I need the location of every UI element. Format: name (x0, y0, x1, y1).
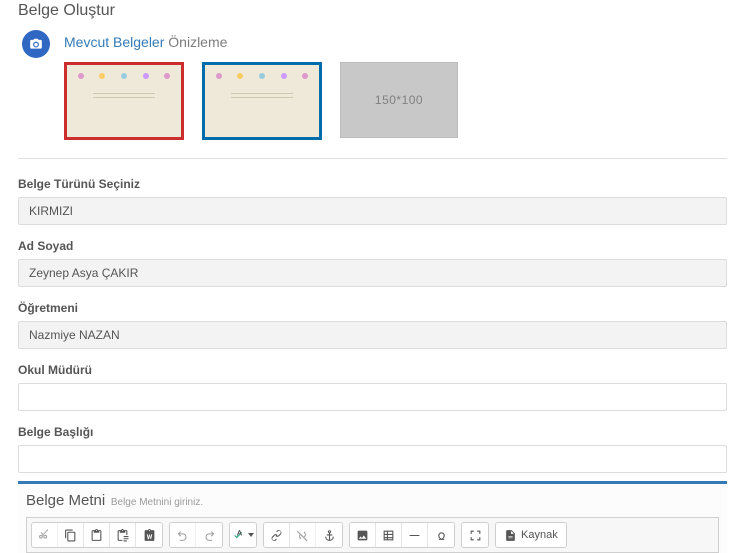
input-principal[interactable] (18, 383, 727, 411)
label-name: Ad Soyad (18, 239, 727, 253)
table-icon[interactable] (376, 523, 402, 547)
editor-toolbar: Kaynak (26, 517, 719, 553)
source-button[interactable]: Kaynak (496, 523, 566, 547)
redo-icon[interactable] (196, 523, 222, 547)
source-label: Kaynak (521, 529, 558, 541)
template-blue[interactable] (202, 62, 322, 140)
select-doc-type[interactable] (18, 197, 727, 225)
label-teacher: Öğretmeni (18, 301, 727, 315)
editor-hint: Belge Metnini giriniz. (111, 497, 203, 508)
template-placeholder[interactable]: 150*100 (340, 62, 458, 138)
input-name[interactable] (18, 259, 727, 287)
link-icon[interactable] (264, 523, 290, 547)
omega-icon[interactable] (428, 523, 454, 547)
editor-section: Belge Metni Belge Metnini giriniz. (18, 481, 727, 553)
paste-icon[interactable] (84, 523, 110, 547)
paste-text-icon[interactable] (110, 523, 136, 547)
anchor-icon[interactable] (316, 523, 342, 547)
label-doc-type: Belge Türünü Seçiniz (18, 177, 727, 191)
image-icon[interactable] (350, 523, 376, 547)
spellcheck-icon[interactable] (230, 523, 256, 547)
undo-icon[interactable] (170, 523, 196, 547)
label-doc-title: Belge Başlığı (18, 425, 727, 439)
label-principal: Okul Müdürü (18, 363, 727, 377)
existing-docs-link[interactable]: Mevcut Belgeler (64, 34, 164, 50)
hr-icon[interactable] (402, 523, 428, 547)
preview-heading: Mevcut Belgeler Önizleme (64, 34, 727, 50)
camera-icon (22, 30, 50, 58)
page-title: Belge Oluştur (18, 0, 727, 30)
unlink-icon[interactable] (290, 523, 316, 547)
cut-icon[interactable] (32, 523, 58, 547)
editor-title: Belge Metni (26, 492, 105, 509)
input-doc-title[interactable] (18, 445, 727, 473)
copy-icon[interactable] (58, 523, 84, 547)
preview-label: Önizleme (168, 34, 227, 50)
maximize-icon[interactable] (462, 523, 488, 547)
paste-word-icon[interactable] (136, 523, 162, 547)
input-teacher[interactable] (18, 321, 727, 349)
template-red[interactable] (64, 62, 184, 140)
preview-section: Mevcut Belgeler Önizleme 150*100 (18, 30, 727, 159)
